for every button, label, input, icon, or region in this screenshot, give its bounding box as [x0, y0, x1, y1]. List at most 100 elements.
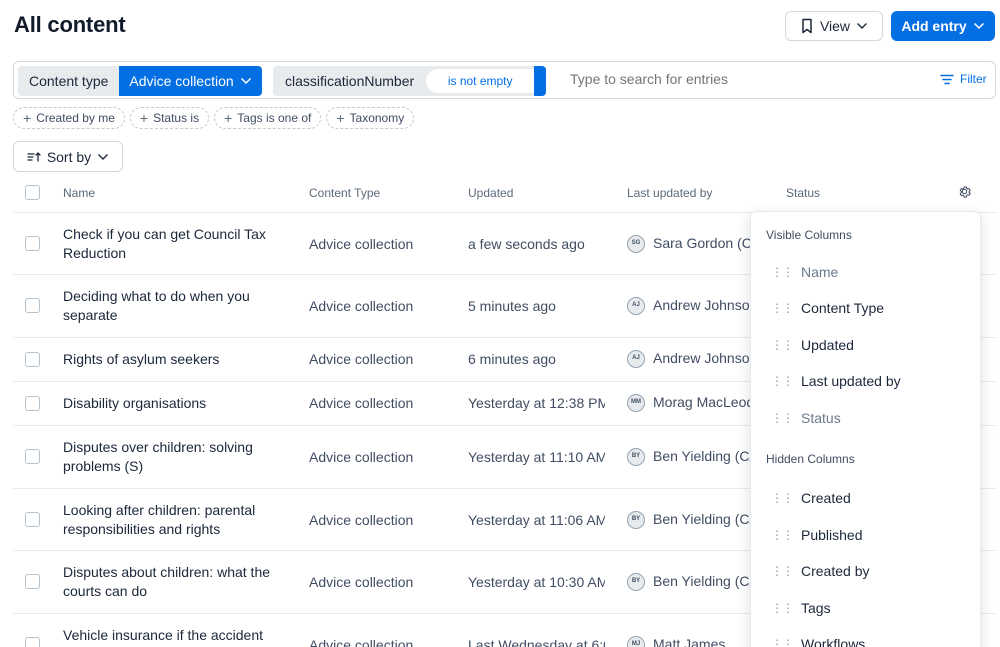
column-item-label: Content Type: [801, 300, 885, 316]
entry-updated: Yesterday at 11:06 AM: [468, 512, 605, 528]
column-item-label: Updated: [801, 337, 854, 353]
chip-created-by-me[interactable]: + Created by me: [13, 107, 125, 129]
add-entry-button[interactable]: Add entry: [891, 11, 995, 41]
search-bar[interactable]: Content type Advice collection classific…: [13, 61, 996, 99]
avatar: AJ: [627, 296, 645, 315]
field-operator-select[interactable]: is not empty: [426, 69, 535, 93]
table-header: Name Content Type Updated Last updated b…: [13, 175, 996, 213]
drag-handle-icon: ⋮⋮: [771, 411, 794, 425]
drag-handle-icon[interactable]: ⋮⋮: [771, 491, 794, 505]
chevron-down-icon: [240, 77, 251, 85]
row-checkbox[interactable]: [25, 512, 40, 527]
avatar: MJ: [627, 635, 645, 647]
chevron-down-icon: [973, 22, 984, 30]
column-item-last-updated-by[interactable]: ⋮⋮ Last updated by: [771, 373, 901, 389]
column-item-tags[interactable]: ⋮⋮ Tags: [771, 600, 831, 616]
filter-pill-remove[interactable]: [534, 66, 547, 96]
entry-name[interactable]: Rights of asylum seekers: [63, 350, 288, 369]
drag-handle-icon[interactable]: ⋮⋮: [771, 564, 794, 578]
user-name: Matt James: [653, 636, 726, 647]
bookmark-icon: [802, 18, 812, 34]
entry-updated: Last Wednesday at 6:0: [468, 637, 605, 647]
user-name: Ben Yielding (CA: [653, 511, 751, 527]
column-item-created-by[interactable]: ⋮⋮ Created by: [771, 563, 869, 579]
entry-name[interactable]: Disputes about children: what the courts…: [63, 563, 288, 601]
user-name: Ben Yielding (CA: [653, 448, 751, 464]
column-item-content-type[interactable]: ⋮⋮ Content Type: [771, 300, 884, 316]
column-item-updated[interactable]: ⋮⋮ Updated: [771, 337, 854, 353]
classification-number-filter-pill[interactable]: classificationNumber is not empty: [273, 66, 547, 96]
column-item-published[interactable]: ⋮⋮ Published: [771, 527, 863, 543]
quick-filter-chips: + Created by me + Status is + Tags is one o…: [13, 107, 415, 129]
entry-name[interactable]: Disability organisations: [63, 394, 288, 413]
view-button-label: View: [819, 18, 851, 34]
chip-taxonomy[interactable]: + Taxonomy: [326, 107, 415, 129]
entry-content-type: Advice collection: [309, 637, 414, 647]
chip-tags-is-one-of[interactable]: + Tags is one of: [214, 107, 322, 129]
sort-icon: [27, 151, 41, 162]
entry-content-type: Advice collection: [309, 574, 414, 590]
page-title: All content: [14, 12, 126, 37]
sort-by-button[interactable]: Sort by: [13, 141, 123, 172]
plus-icon: +: [224, 110, 233, 126]
drag-handle-icon[interactable]: ⋮⋮: [771, 374, 794, 388]
column-header-updated[interactable]: Updated: [468, 186, 513, 200]
column-item-label: Tags: [801, 600, 831, 616]
content-type-value-dropdown[interactable]: Advice collection: [119, 66, 262, 96]
entry-name[interactable]: Disputes over children: solving problems…: [63, 438, 288, 476]
drag-handle-icon[interactable]: ⋮⋮: [771, 528, 794, 542]
entry-name[interactable]: Vehicle insurance if the accident: [63, 626, 288, 645]
entry-content-type: Advice collection: [309, 298, 414, 314]
plus-icon: +: [23, 110, 32, 126]
drag-handle-icon[interactable]: ⋮⋮: [771, 338, 794, 352]
column-item-created[interactable]: ⋮⋮ Created: [771, 490, 851, 506]
column-header-content-type[interactable]: Content Type: [309, 186, 380, 200]
entry-name[interactable]: Deciding what to do when you separate: [63, 287, 288, 325]
row-checkbox[interactable]: [25, 574, 40, 589]
row-checkbox[interactable]: [25, 396, 40, 411]
column-item-workflows[interactable]: ⋮⋮ Workflows: [771, 636, 865, 647]
entry-content-type: Advice collection: [309, 351, 414, 367]
row-checkbox[interactable]: [25, 236, 40, 251]
user-name: Sara Gordon (CA: [653, 235, 751, 251]
column-header-last-updated-by[interactable]: Last updated by: [627, 186, 712, 200]
chevron-down-icon: [98, 153, 109, 160]
add-entry-label: Add entry: [901, 18, 967, 34]
entry-last-updated-by: BY Ben Yielding (CA: [627, 510, 751, 529]
view-button[interactable]: View: [785, 11, 883, 41]
drag-handle-icon[interactable]: ⋮⋮: [771, 601, 794, 615]
row-checkbox[interactable]: [25, 298, 40, 313]
search-input[interactable]: [570, 71, 930, 87]
chip-label: Tags is one of: [237, 111, 312, 125]
content-type-filter-pill[interactable]: Content type Advice collection: [18, 66, 262, 96]
column-item-label: Last updated by: [801, 373, 901, 389]
entry-name[interactable]: Check if you can get Council Tax Reducti…: [63, 225, 288, 263]
content-type-value: Advice collection: [129, 73, 234, 89]
entry-content-type: Advice collection: [309, 395, 414, 411]
column-item-label: Workflows: [801, 636, 866, 647]
select-all-checkbox[interactable]: [25, 185, 40, 200]
row-checkbox[interactable]: [25, 637, 40, 647]
entry-updated: 6 minutes ago: [468, 351, 556, 367]
entry-content-type: Advice collection: [309, 236, 414, 252]
row-checkbox[interactable]: [25, 449, 40, 464]
gear-icon[interactable]: [957, 184, 972, 199]
user-name: Andrew Johnso: [653, 350, 750, 366]
chip-label: Taxonomy: [349, 111, 405, 125]
entry-updated: Yesterday at 11:10 AM: [468, 449, 605, 465]
sort-by-label: Sort by: [46, 148, 92, 165]
filter-button[interactable]: Filter: [940, 72, 987, 86]
plus-icon: +: [139, 110, 149, 126]
filter-icon: [940, 74, 954, 84]
column-settings-panel: Visible Columns ⋮⋮ Name ⋮⋮ Content Type ⋮⋮…: [750, 211, 981, 647]
column-item-name: ⋮⋮ Name: [771, 264, 838, 280]
row-checkbox[interactable]: [25, 352, 40, 367]
filter-label: Filter: [960, 72, 987, 86]
column-header-status[interactable]: Status: [786, 186, 820, 200]
column-header-name[interactable]: Name: [63, 186, 95, 200]
drag-handle-icon[interactable]: ⋮⋮: [771, 637, 794, 647]
chip-status-is[interactable]: + Status is: [129, 107, 210, 129]
drag-handle-icon[interactable]: ⋮⋮: [771, 301, 794, 315]
avatar: MM: [627, 393, 645, 412]
entry-name[interactable]: Looking after children: parental respons…: [63, 501, 288, 539]
